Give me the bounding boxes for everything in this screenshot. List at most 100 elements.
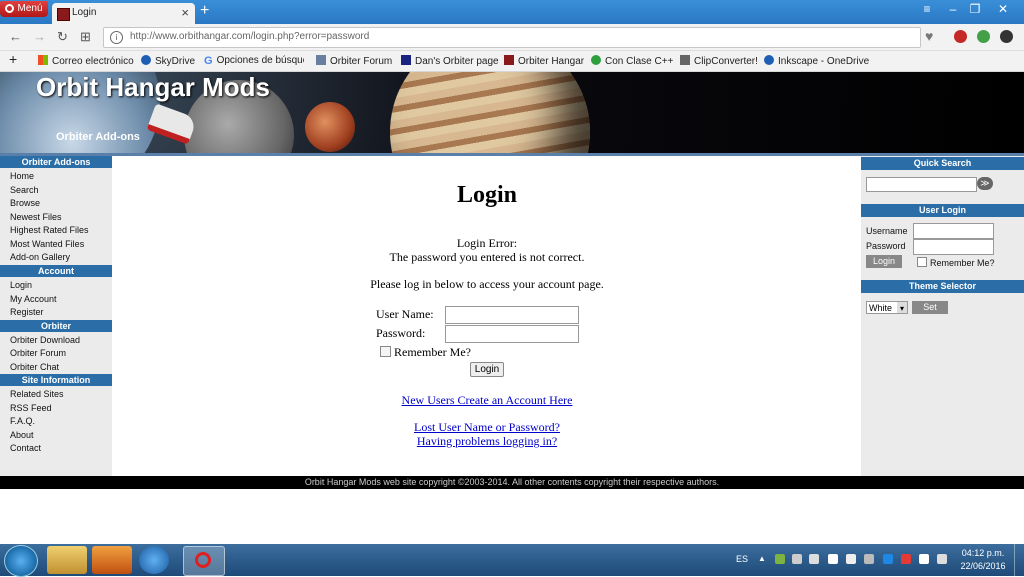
show-hidden-icons[interactable]: ▲ [758,554,766,563]
language-indicator[interactable]: ES [736,554,748,564]
tray-clipboard-icon[interactable] [809,554,819,564]
cloud-icon [764,55,774,65]
nav-link-gallery[interactable]: Add-on Gallery [10,252,70,262]
forward-icon[interactable]: → [33,29,46,44]
nav-link-orbiter-download[interactable]: Orbiter Download [10,335,80,345]
site-info-icon[interactable]: i [110,31,123,44]
browser-tab-login[interactable]: Login × [52,3,195,24]
remember-me-label: Remember Me? [394,345,471,359]
sidebar-username-field[interactable] [913,223,994,239]
lost-credentials-link[interactable]: Lost User Name or Password? [414,420,560,434]
restore-button[interactable]: ❐ [964,0,986,18]
nav-heading-orbiter-addons: Orbiter Add-ons [0,156,112,168]
search-go-button[interactable]: ≫ [977,177,993,190]
nav-link-faq[interactable]: F.A.Q. [10,416,35,426]
remember-me-checkbox[interactable] [380,346,391,357]
nav-link-most-wanted[interactable]: Most Wanted Files [10,239,84,249]
site-footer: Orbit Hangar Mods web site copyright ©20… [0,476,1024,489]
bookmark-orbiter-hangar[interactable]: Orbiter Hangar [504,55,584,67]
nav-link-my-account[interactable]: My Account [10,294,57,304]
nav-link-search[interactable]: Search [10,185,39,195]
nav-link-newest[interactable]: Newest Files [10,212,62,222]
nav-link-orbiter-forum[interactable]: Orbiter Forum [10,348,66,358]
user-login-heading: User Login [861,204,1024,217]
theme-set-button[interactable]: Set [912,301,948,314]
bookmark-con-clase[interactable]: Con Clase C++ [591,55,673,67]
nav-heading-site-info: Site Information [0,374,112,386]
opera-menu-label: Menú [17,3,43,14]
login-submit-button[interactable]: Login [470,362,504,377]
bookmark-correo[interactable]: Correo electrónico [38,55,134,67]
opera-logo-icon [5,3,15,13]
opera-icon [195,552,211,568]
ublock-extension-icon[interactable] [954,30,967,43]
browser-menu-icon[interactable]: ≡ [916,0,938,18]
speed-dial-icon[interactable]: ⊞ [80,29,91,45]
show-desktop-button[interactable] [1014,544,1024,576]
tray-red-app-icon[interactable] [901,554,911,564]
bookmark-skydrive[interactable]: SkyDrive [141,55,195,67]
login-instructions: Please log in below to access your accou… [370,277,604,291]
sidebar-password-field[interactable] [913,239,994,255]
opera-taskbar-button[interactable] [183,546,225,576]
conclase-icon [591,55,601,65]
sidebar-login-button[interactable]: Login [866,255,902,268]
main-content: Login Login Error: The password you ente… [113,156,861,476]
bookmark-clipconverter[interactable]: ClipConverter! [680,55,758,67]
tray-windows-icon[interactable] [828,554,838,564]
login-problems-link[interactable]: Having problems logging in? [417,434,557,448]
extension-green-icon[interactable] [977,30,990,43]
quick-search-input[interactable] [866,177,977,192]
create-account-link[interactable]: New Users Create an Account Here [402,393,573,407]
tray-device-icon[interactable] [792,554,802,564]
clock-time[interactable]: 04:12 p.m. [960,548,1006,558]
tray-blue-app-icon[interactable] [883,554,893,564]
nav-link-browse[interactable]: Browse [10,198,40,208]
clipconverter-icon [680,55,690,65]
extension-dark-icon[interactable] [1000,30,1013,43]
bookmark-heart-icon[interactable]: ♥ [925,28,933,44]
back-icon[interactable]: ← [9,29,22,44]
reload-icon[interactable]: ↻ [57,29,68,45]
clock-date[interactable]: 22/06/2016 [958,561,1008,571]
volume-icon[interactable] [937,554,947,564]
url-text: http://www.orbithangar.com/login.php?err… [130,31,370,42]
username-label: User Name: [376,307,434,321]
nav-link-login[interactable]: Login [10,280,32,290]
start-button[interactable] [4,545,38,577]
nav-link-related-sites[interactable]: Related Sites [10,389,64,399]
theme-select[interactable]: White ▾ [866,301,908,314]
nav-link-register[interactable]: Register [10,307,44,317]
action-center-flag-icon[interactable] [919,554,929,564]
signal-icon[interactable] [864,554,874,564]
bookmark-inkscape[interactable]: Inkscape - OneDrive [764,55,869,67]
sidebar-remember-checkbox[interactable] [917,257,927,267]
sidebar-remember-label: Remember Me? [930,258,995,268]
nav-link-orbiter-chat[interactable]: Orbiter Chat [10,362,59,372]
bookmark-opciones[interactable]: GOpciones de búsqueda [204,55,304,66]
tray-app-icon[interactable] [775,554,785,564]
new-tab-button[interactable]: + [200,2,209,20]
tray-cloud-icon[interactable] [846,554,856,564]
explorer-taskbar-icon[interactable] [47,546,87,574]
bookmark-orbiter-forum[interactable]: Orbiter Forum [316,55,392,67]
tab-close-icon[interactable]: × [181,5,189,20]
username-field[interactable] [445,306,579,324]
bookmark-dans-orbiter[interactable]: Dan's Orbiter page [401,55,499,67]
password-field[interactable] [445,325,579,343]
nav-link-highest-rated[interactable]: Highest Rated Files [10,225,89,235]
nav-link-rss[interactable]: RSS Feed [10,403,52,413]
nav-link-contact[interactable]: Contact [10,443,41,453]
internet-explorer-taskbar-icon[interactable] [139,546,169,574]
nav-link-about[interactable]: About [10,430,34,440]
cloud-icon [141,55,151,65]
add-bookmark-icon[interactable]: + [9,51,17,67]
opera-menu-button[interactable]: Menú [0,1,48,17]
site-title[interactable]: Orbit Hangar Mods [36,72,270,103]
close-window-button[interactable]: ✕ [988,0,1018,18]
url-bar[interactable]: i http://www.orbithangar.com/login.php?e… [103,27,921,48]
media-player-taskbar-icon[interactable] [92,546,132,574]
nav-link-home[interactable]: Home [10,171,34,181]
minimize-button[interactable]: – [942,0,964,18]
google-icon: G [204,55,213,66]
